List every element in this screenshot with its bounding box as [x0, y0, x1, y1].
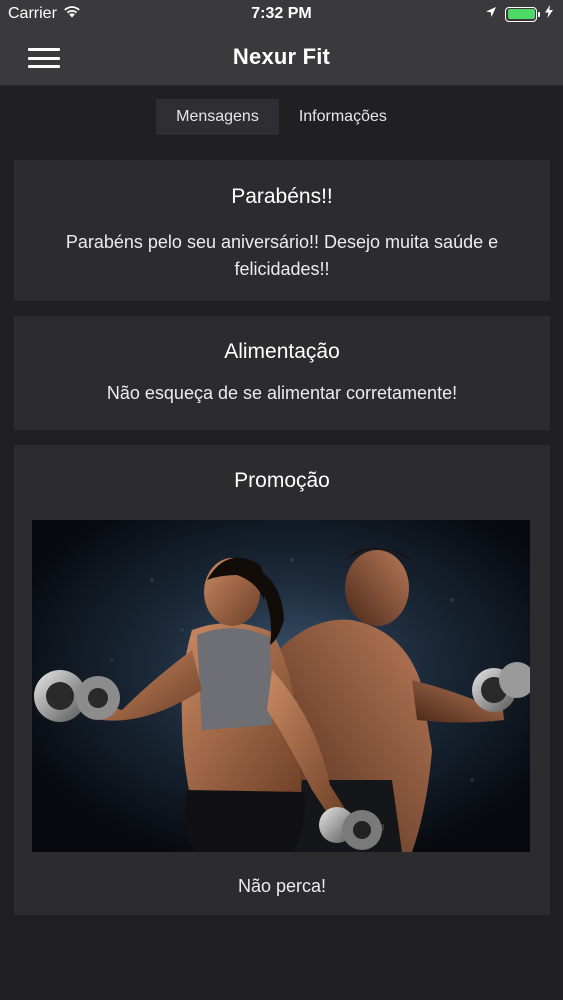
status-bar: Carrier 7:32 PM — [0, 0, 563, 28]
nav-bar: Nexur Fit — [0, 28, 563, 86]
message-text: Parabéns pelo seu aniversário!! Desejo m… — [65, 232, 499, 279]
message-text: Não esqueça de se alimentar corretamente… — [106, 383, 458, 403]
menu-line — [28, 56, 60, 60]
status-left: Carrier — [8, 5, 81, 23]
nav-title: Nexur Fit — [232, 43, 331, 69]
message-title: Promoção — [234, 469, 330, 492]
charging-bolt-icon — [545, 5, 553, 23]
message-card[interactable]: Alimentação Não esqueça de se alimentar … — [14, 316, 550, 430]
menu-line — [28, 48, 60, 51]
carrier-label: Carrier — [8, 5, 57, 22]
location-arrow-icon — [485, 5, 497, 23]
wifi-icon — [63, 5, 81, 23]
status-right — [485, 5, 553, 23]
menu-line — [28, 65, 60, 68]
tab-mensagens[interactable]: Mensagens — [156, 99, 279, 135]
promo-card[interactable]: Promoção Não perca! — [14, 445, 550, 915]
fitness-couple-dumbbells-image — [32, 520, 530, 852]
message-card[interactable]: Parabéns!! Parabéns pelo seu aniversário… — [14, 160, 550, 301]
status-time: 7:32 PM — [251, 5, 312, 22]
battery-icon — [505, 6, 540, 22]
battery-fill — [507, 9, 535, 19]
segmented-tabs: Mensagens Informações — [0, 99, 563, 135]
message-text: Não perca! — [237, 876, 327, 896]
tab-informacoes[interactable]: Informações — [279, 99, 407, 135]
message-title: Alimentação — [224, 340, 340, 363]
message-title: Parabéns!! — [231, 185, 333, 208]
hamburger-menu-icon[interactable] — [28, 48, 60, 68]
